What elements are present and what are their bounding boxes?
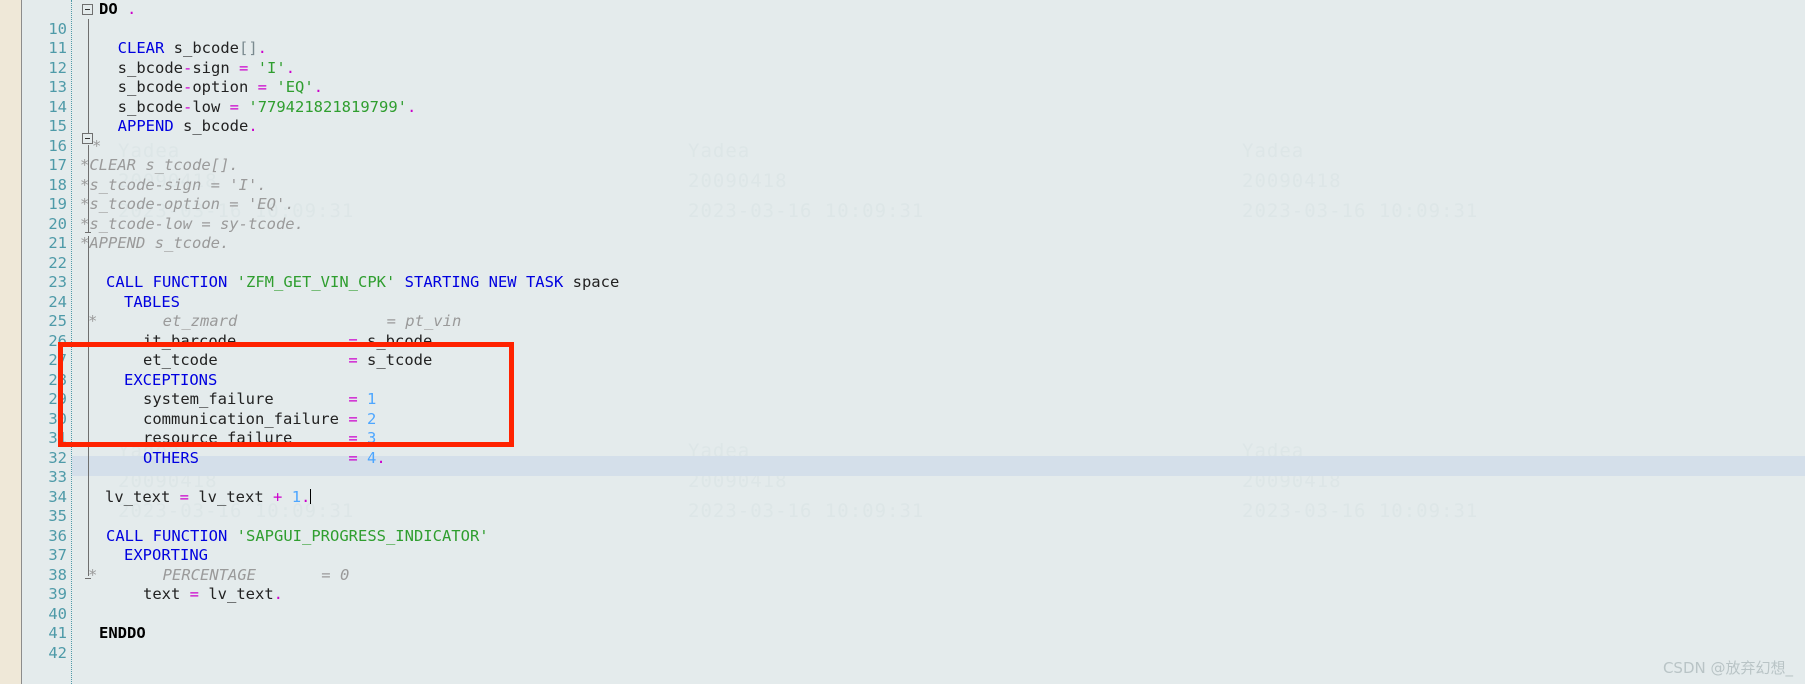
line-content: *CLEAR s_tcode[]. xyxy=(80,156,239,174)
line-content: it_barcode = s_bcode xyxy=(143,331,433,350)
line-content: EXPORTING xyxy=(124,546,208,564)
line-content: *s_tcode-low = sy-tcode. xyxy=(80,214,304,233)
code-line[interactable]: 39 * PERCENTAGE = 0 xyxy=(0,565,1805,604)
code-line[interactable]: 38 EXPORTING xyxy=(0,546,1805,584)
line-content: * PERCENTAGE = 0 xyxy=(88,565,350,584)
line-content: EXCEPTIONS xyxy=(124,370,218,389)
line-content: s_bcode-sign = 'I'. xyxy=(99,58,296,77)
line-content: *s_tcode-option = 'EQ'. xyxy=(80,195,295,213)
code-line[interactable]: 16 APPEND s_bcode. xyxy=(0,117,1805,155)
line-content: DO . xyxy=(99,0,137,18)
code-line[interactable]: 10 DO . xyxy=(0,0,1805,38)
code-line[interactable]: 33 OTHERS = 4. xyxy=(0,448,1805,487)
line-content: CALL FUNCTION 'SAPGUI_PROGRESS_INDICATOR… xyxy=(106,526,489,545)
line-content: text = lv_text. xyxy=(143,585,284,603)
fold-end-tick-comment xyxy=(85,232,91,233)
fold-rail-body xyxy=(88,236,89,576)
code-surface[interactable]: 10 DO . 11 12 CLEAR s_bcode[]. 13 s_bcod… xyxy=(0,0,1805,684)
code-line[interactable]: 15 s_bcode-low = '779421821819799'. xyxy=(0,97,1805,136)
code-line[interactable]: 41 xyxy=(0,605,1805,642)
line-content: et_tcode = s_tcode xyxy=(143,351,433,369)
line-content: system_failure = 1 xyxy=(143,390,377,408)
fold-end-tick-do xyxy=(85,578,91,579)
code-line[interactable]: 26 * et_zmard = pt_vin xyxy=(0,312,1805,350)
code-line[interactable]: 29 EXCEPTIONS xyxy=(0,370,1805,409)
code-line[interactable]: 20 *s_tcode-option = 'EQ'. xyxy=(0,195,1805,233)
line-content: s_bcode-option = 'EQ'. xyxy=(99,78,324,96)
line-content: ENDDO xyxy=(99,624,146,642)
line-content: communication_failure = 2 xyxy=(143,409,377,428)
code-line[interactable]: 11 xyxy=(0,20,1805,57)
fold-toggle-comment[interactable] xyxy=(82,133,93,144)
code-line[interactable]: 40 text = lv_text. xyxy=(0,585,1805,623)
abap-code-editor[interactable]: Yadea 20090418 2023-03-16 10:09:31 Yadea… xyxy=(0,0,1805,684)
code-line[interactable]: 13 s_bcode-sign = 'I'. xyxy=(0,58,1805,97)
code-line[interactable]: 22 *APPEND s_tcode. xyxy=(0,234,1805,272)
line-content: * et_zmard = pt_vin xyxy=(88,312,462,330)
line-content: s_bcode-low = '779421821819799'. xyxy=(99,97,417,116)
code-line[interactable]: 27 it_barcode = s_bcode xyxy=(0,331,1805,370)
code-line[interactable]: 34 xyxy=(0,468,1805,506)
gutter-separator xyxy=(71,0,72,684)
code-line[interactable]: 21 *s_tcode-low = sy-tcode. xyxy=(0,214,1805,253)
code-line[interactable]: 19 *s_tcode-sign = 'I'. xyxy=(0,175,1805,214)
csdn-credit: CSDN @放弃幻想_ xyxy=(1662,659,1793,677)
fold-rail-comment xyxy=(88,145,89,233)
line-content: * xyxy=(92,136,102,155)
code-line[interactable]: 30 system_failure = 1 xyxy=(0,390,1805,428)
code-line[interactable]: 42 ENDDO xyxy=(0,624,1805,662)
code-line[interactable]: 25 TABLES xyxy=(0,292,1805,331)
code-line[interactable]: 28 et_tcode = s_tcode xyxy=(0,351,1805,389)
code-line[interactable]: 32 resource_failure = 3 xyxy=(0,429,1805,467)
text-caret xyxy=(310,488,312,504)
code-line[interactable]: 12 CLEAR s_bcode[]. xyxy=(0,39,1805,77)
code-line[interactable]: 17 * xyxy=(0,136,1805,175)
line-content: resource_failure = 3 xyxy=(143,429,377,447)
line-content: TABLES xyxy=(124,292,180,311)
line-content: CLEAR s_bcode[]. xyxy=(117,39,268,57)
code-line[interactable]: 18 *CLEAR s_tcode[]. xyxy=(0,156,1805,194)
line-number: 42 xyxy=(48,643,67,662)
line-content: APPEND s_bcode. xyxy=(117,117,258,135)
line-content: lv_text = lv_text + 1. xyxy=(105,487,312,506)
fold-rail-outer xyxy=(88,19,89,133)
code-line[interactable]: 36 xyxy=(0,507,1805,545)
code-line[interactable]: 31 communication_failure = 2 xyxy=(0,409,1805,448)
line-content: CALL FUNCTION 'ZFM_GET_VIN_CPK' STARTING… xyxy=(106,273,620,291)
line-content: OTHERS = 4. xyxy=(143,448,386,467)
line-content: *s_tcode-sign = 'I'. xyxy=(80,175,267,194)
line-content: *APPEND s_tcode. xyxy=(80,234,230,252)
code-line[interactable]: 37 CALL FUNCTION 'SAPGUI_PROGRESS_INDICA… xyxy=(0,526,1805,565)
fold-toggle-do[interactable] xyxy=(82,4,93,15)
code-line[interactable]: 14 s_bcode-option = 'EQ'. xyxy=(0,78,1805,116)
code-line-current[interactable]: 35 lv_text = lv_text + 1. xyxy=(0,487,1805,525)
code-line[interactable]: 23 xyxy=(0,254,1805,291)
code-line[interactable]: 24 CALL FUNCTION 'ZFM_GET_VIN_CPK' START… xyxy=(0,273,1805,311)
